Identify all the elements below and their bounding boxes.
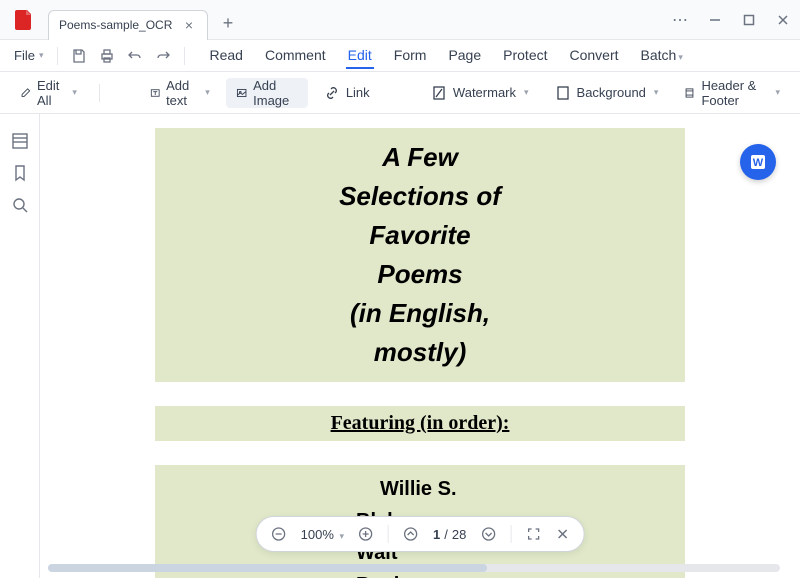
left-sidebar xyxy=(0,114,40,578)
featuring-heading: Featuring (in order): xyxy=(155,406,685,441)
zoom-out-button[interactable] xyxy=(271,526,287,542)
tab-page[interactable]: Page xyxy=(446,43,483,69)
convert-to-word-button[interactable]: W xyxy=(740,144,776,180)
separator xyxy=(388,525,389,543)
tab-title: Poems-sample_OCR xyxy=(59,18,172,32)
page-navigator: 100% ▾ 1 / 28 xyxy=(256,516,585,552)
add-text-button[interactable]: Add text▾ xyxy=(140,78,220,108)
link-button[interactable]: Link xyxy=(314,78,380,108)
edit-toolbar: Edit All▾ Add text▾ Add Image Link Water… xyxy=(0,72,800,114)
menu-tabs: Read Comment Edit Form Page Protect Conv… xyxy=(207,43,684,69)
name-item: Willie S. xyxy=(380,473,490,505)
workspace: A Few Selections of Favorite Poems (in E… xyxy=(0,114,800,578)
zoom-in-button[interactable] xyxy=(358,526,374,542)
fullscreen-button[interactable] xyxy=(525,526,541,542)
tab-read[interactable]: Read xyxy=(207,43,244,69)
background-button[interactable]: Background▾ xyxy=(545,78,669,108)
separator xyxy=(57,47,58,65)
maximize-button[interactable] xyxy=(732,0,766,40)
tab-protect[interactable]: Protect xyxy=(501,43,549,69)
tab-batch[interactable]: Batch▾ xyxy=(639,43,685,69)
separator xyxy=(510,525,511,543)
svg-text:W: W xyxy=(753,157,764,169)
document-title: A Few Selections of Favorite Poems (in E… xyxy=(155,128,685,382)
thumbnails-icon[interactable] xyxy=(11,132,29,150)
tab-comment[interactable]: Comment xyxy=(263,43,328,69)
chevron-down-icon: ▾ xyxy=(72,87,77,98)
chevron-down-icon: ▾ xyxy=(654,87,659,98)
separator xyxy=(99,84,100,102)
chevron-down-icon: ▾ xyxy=(775,87,780,98)
redo-icon[interactable] xyxy=(150,43,176,69)
close-icon[interactable]: × xyxy=(181,17,197,33)
chevron-down-icon: ▾ xyxy=(205,87,210,98)
print-icon[interactable] xyxy=(94,43,120,69)
zoom-level[interactable]: 100% ▾ xyxy=(301,527,344,542)
app-logo-icon xyxy=(8,4,40,36)
document-tab[interactable]: Poems-sample_OCR × xyxy=(48,10,208,40)
bookmark-icon[interactable] xyxy=(11,164,29,182)
next-page-button[interactable] xyxy=(480,526,496,542)
tab-edit[interactable]: Edit xyxy=(346,43,374,69)
title-bar: Poems-sample_OCR × + ⋯ xyxy=(0,0,800,40)
chevron-down-icon: ▾ xyxy=(678,52,683,62)
save-icon[interactable] xyxy=(66,43,92,69)
new-tab-button[interactable]: + xyxy=(214,10,242,38)
minimize-button[interactable] xyxy=(698,0,732,40)
close-window-button[interactable] xyxy=(766,0,800,40)
vertical-scrollbar[interactable] xyxy=(786,124,796,528)
tab-convert[interactable]: Convert xyxy=(568,43,621,69)
header-footer-button[interactable]: Header & Footer▾ xyxy=(674,78,790,108)
separator xyxy=(184,47,185,65)
search-icon[interactable] xyxy=(11,196,29,214)
undo-icon[interactable] xyxy=(122,43,148,69)
menu-bar: File▾ Read Comment Edit Form Page Protec… xyxy=(0,40,800,72)
scrollbar-thumb[interactable] xyxy=(48,564,487,572)
page-indicator[interactable]: 1 / 28 xyxy=(433,527,466,542)
chevron-down-icon: ▾ xyxy=(340,531,345,541)
page-content: A Few Selections of Favorite Poems (in E… xyxy=(155,128,685,578)
chevron-down-icon: ▾ xyxy=(524,87,529,98)
close-pager-button[interactable] xyxy=(555,527,569,541)
edit-all-button[interactable]: Edit All▾ xyxy=(10,78,87,108)
file-menu[interactable]: File▾ xyxy=(8,44,49,67)
document-canvas[interactable]: A Few Selections of Favorite Poems (in E… xyxy=(40,114,800,578)
horizontal-scrollbar[interactable] xyxy=(48,564,780,572)
watermark-button[interactable]: Watermark▾ xyxy=(421,78,539,108)
tab-form[interactable]: Form xyxy=(392,43,429,69)
prev-page-button[interactable] xyxy=(403,526,419,542)
more-icon[interactable]: ⋯ xyxy=(672,10,690,30)
add-image-button[interactable]: Add Image xyxy=(226,78,308,108)
chevron-down-icon: ▾ xyxy=(39,50,44,61)
